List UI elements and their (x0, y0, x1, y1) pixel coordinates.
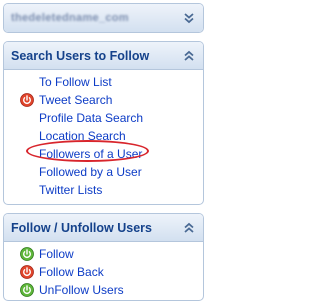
menu-item-label: UnFollow Users (39, 283, 124, 297)
panel-title: Search Users to Follow (11, 48, 150, 63)
collapse-icon[interactable] (181, 220, 197, 236)
menu-item-label: Location Search (39, 129, 126, 143)
menu-item-to-follow-list[interactable]: To Follow List (4, 73, 203, 91)
menu-item-label: To Follow List (39, 75, 112, 89)
power-green-icon (20, 247, 34, 261)
menu-item-followed-by-a-user[interactable]: Followed by a User (4, 163, 203, 181)
menu-item-label: Twitter Lists (39, 183, 103, 197)
power-red-icon (20, 265, 34, 279)
menu-item-follow-back[interactable]: Follow Back (4, 263, 203, 281)
menu-item-followers-of-a-user[interactable]: Followers of a User (4, 145, 203, 163)
menu-item-label: Profile Data Search (39, 111, 144, 125)
follow-unfollow-panel-header[interactable]: Follow / Unfollow Users (4, 214, 203, 242)
menu-item-label: Tweet Search (39, 93, 113, 107)
expand-icon[interactable] (181, 10, 197, 26)
collapse-icon[interactable] (181, 48, 197, 64)
menu-item-location-search[interactable]: Location Search (4, 127, 203, 145)
menu-item-tweet-search[interactable]: Tweet Search (4, 91, 203, 109)
menu-item-profile-data-search[interactable]: Profile Data Search (4, 109, 203, 127)
menu-item-follow[interactable]: Follow (4, 245, 203, 263)
menu-item-label: Followers of a User (39, 147, 143, 161)
menu-item-label: Followed by a User (39, 165, 142, 179)
account-name: thedeletedname_com (11, 12, 129, 24)
menu-item-twitter-lists[interactable]: Twitter Lists (4, 181, 203, 199)
panel-title: Follow / Unfollow Users (11, 220, 152, 235)
menu-item-label: Follow (39, 247, 74, 261)
search-users-panel-header[interactable]: Search Users to Follow (4, 42, 203, 70)
account-panel-header[interactable]: thedeletedname_com (4, 4, 203, 32)
power-green-icon (20, 283, 34, 297)
follow-unfollow-panel: Follow / Unfollow Users Follow Follow Ba… (3, 213, 204, 301)
menu-item-label: Follow Back (39, 265, 104, 279)
search-users-panel: Search Users to Follow To Follow List Tw… (3, 41, 204, 205)
power-red-icon (20, 93, 34, 107)
account-panel: thedeletedname_com (3, 3, 204, 33)
menu-item-unfollow-users[interactable]: UnFollow Users (4, 281, 203, 299)
